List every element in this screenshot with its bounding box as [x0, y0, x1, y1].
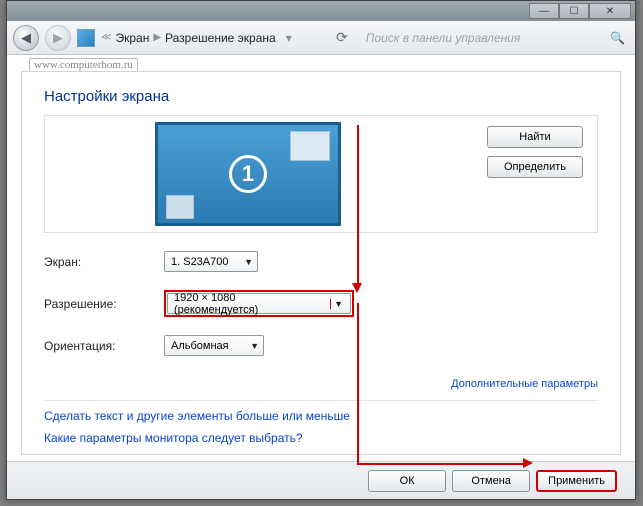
search-input[interactable]: Поиск в панели управления — [366, 31, 566, 45]
orientation-label: Ориентация: — [44, 339, 164, 353]
back-button[interactable]: ◀ — [13, 25, 39, 51]
resolution-select[interactable]: 1920 × 1080 (рекомендуется) ▼ — [167, 293, 351, 314]
breadcrumb-parent[interactable]: Экран — [115, 31, 149, 45]
advanced-settings-link[interactable]: Дополнительные параметры — [44, 378, 598, 390]
breadcrumb[interactable]: ≪ Экран ▶ Разрешение экрана ▾ — [101, 31, 292, 45]
chevron-right-icon: ▶ — [153, 32, 161, 43]
nav-bar: ◀ ▶ ≪ Экран ▶ Разрешение экрана ▾ ⟳ Поис… — [7, 21, 635, 55]
content-panel: Настройки экрана 1 Найти Определить Экра… — [21, 71, 621, 455]
apply-button[interactable]: Применить — [536, 470, 617, 492]
monitor-number-badge: 1 — [229, 155, 267, 193]
dialog-footer: ОК Отмена Применить — [7, 461, 635, 499]
close-button[interactable]: ✕ — [589, 3, 631, 19]
breadcrumb-current[interactable]: Разрешение экрана — [165, 31, 276, 45]
divider — [44, 400, 598, 401]
forward-button[interactable]: ▶ — [45, 25, 71, 51]
settings-window: — ☐ ✕ ◀ ▶ ≪ Экран ▶ Разрешение экрана ▾ … — [6, 0, 636, 500]
orientation-value: Альбомная — [171, 340, 229, 352]
resolution-label: Разрешение: — [44, 297, 164, 311]
search-icon[interactable]: 🔍 — [610, 31, 625, 45]
chevron-down-icon: ▼ — [330, 299, 346, 309]
screen-value: 1. S23A700 — [171, 256, 229, 268]
monitor-preview: 1 Найти Определить — [44, 115, 598, 233]
titlebar: — ☐ ✕ — [7, 1, 635, 21]
ok-button[interactable]: ОК — [368, 470, 446, 492]
preview-window-icon — [290, 131, 330, 161]
maximize-button[interactable]: ☐ — [559, 3, 589, 19]
orientation-select[interactable]: Альбомная ▼ — [164, 335, 264, 356]
arrowhead-icon — [352, 283, 362, 293]
chevron-left-icon: ≪ — [101, 32, 111, 43]
text-size-link[interactable]: Сделать текст и другие элементы больше и… — [44, 409, 598, 423]
resolution-highlight: 1920 × 1080 (рекомендуется) ▼ — [164, 290, 354, 317]
screen-select[interactable]: 1. S23A700 ▼ — [164, 251, 258, 272]
chevron-down-icon: ▼ — [238, 257, 253, 267]
monitor-help-link[interactable]: Какие параметры монитора следует выбрать… — [44, 431, 598, 445]
control-panel-icon — [77, 29, 95, 47]
minimize-button[interactable]: — — [529, 3, 559, 19]
refresh-icon[interactable]: ⟳ — [336, 29, 348, 46]
watermark: www.computerhom.ru — [29, 58, 138, 72]
page-title: Настройки экрана — [44, 88, 598, 105]
resolution-value: 1920 × 1080 (рекомендуется) — [174, 292, 322, 316]
screen-label: Экран: — [44, 255, 164, 269]
breadcrumb-dropdown-icon[interactable]: ▾ — [286, 31, 292, 45]
preview-window-icon — [166, 195, 194, 219]
monitor-thumbnail[interactable]: 1 — [155, 122, 341, 226]
cancel-button[interactable]: Отмена — [452, 470, 530, 492]
chevron-down-icon: ▼ — [244, 341, 259, 351]
arrowhead-icon — [523, 458, 533, 468]
find-button[interactable]: Найти — [487, 126, 583, 148]
detect-button[interactable]: Определить — [487, 156, 583, 178]
